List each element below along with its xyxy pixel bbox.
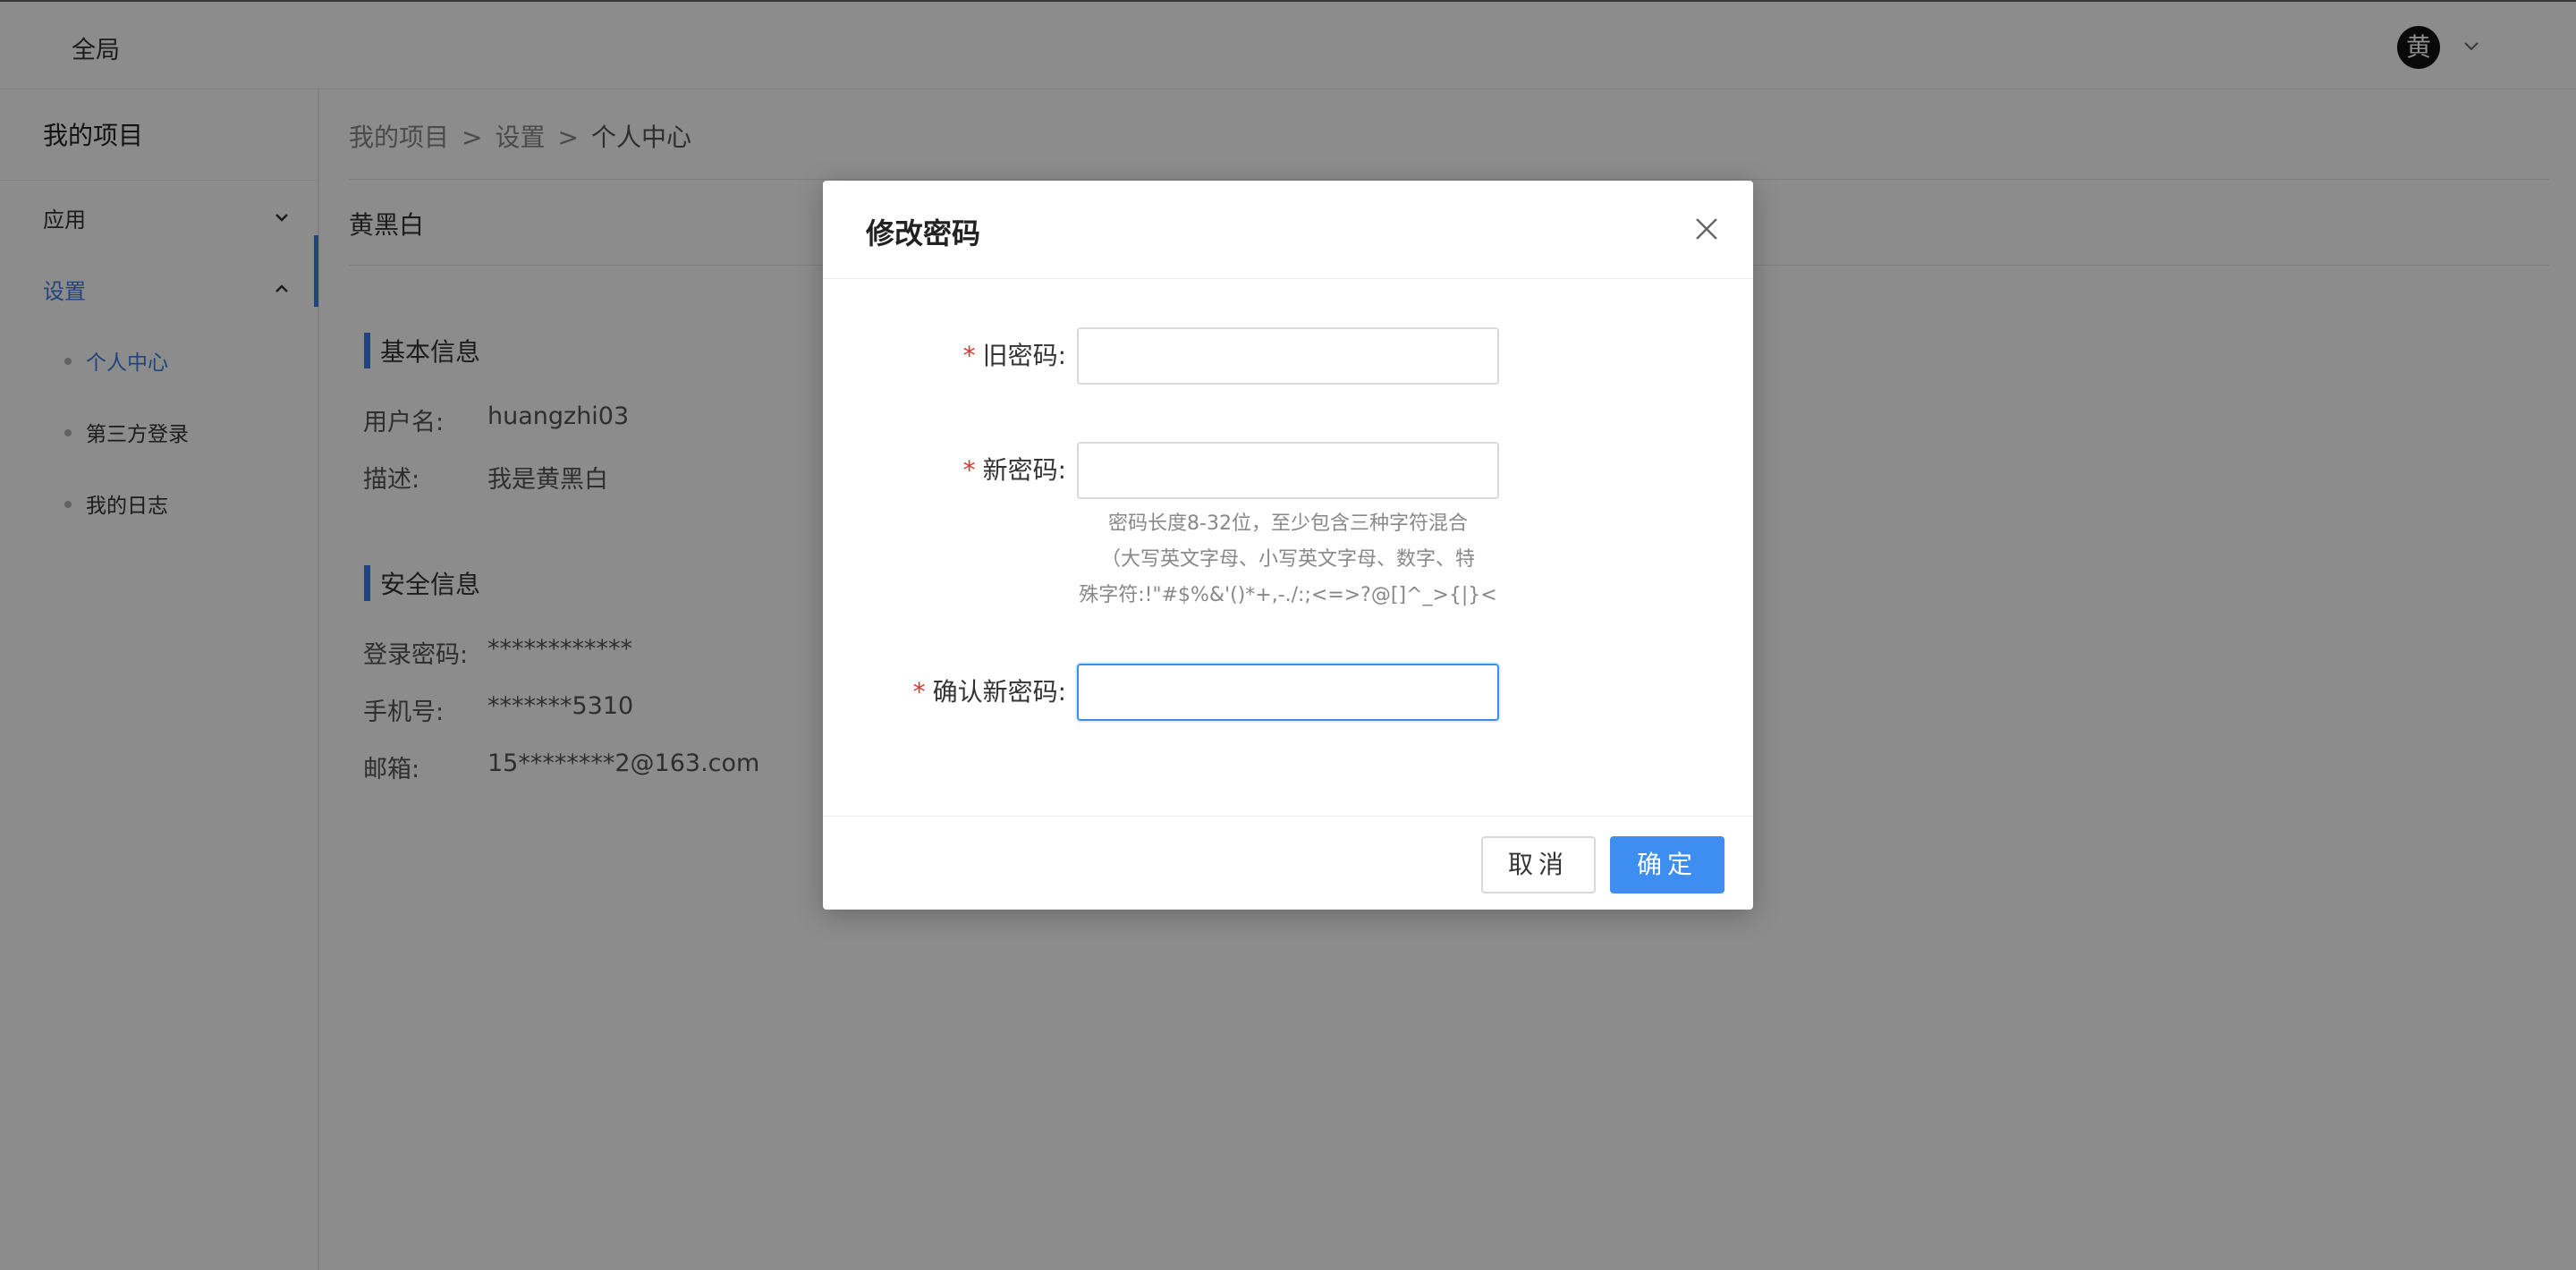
required-mark: * [962, 341, 976, 370]
change-password-dialog: 修改密码 * 旧密码: * 新密码: 密码长度8-32位，至少包含三种字符混合 （大… [823, 181, 1753, 910]
new-password-label: * 新密码: [963, 451, 1066, 487]
confirm-password-label-text: 确认新密码: [932, 677, 1066, 707]
dialog-title: 修改密码 [866, 216, 981, 250]
hint-line: 密码长度8-32位，至少包含三种字符混合 [1108, 512, 1468, 535]
close-icon[interactable] [1692, 215, 1721, 243]
confirm-button[interactable]: 确定 [1610, 836, 1724, 893]
confirm-password-input[interactable] [1077, 664, 1499, 721]
dialog-header: 修改密码 [823, 181, 1753, 279]
required-mark: * [912, 677, 926, 707]
required-mark: * [962, 455, 976, 485]
new-password-label-text: 新密码: [982, 455, 1066, 485]
hint-line: （大写英文字母、小写英文字母、数字、特 [1100, 548, 1475, 571]
new-password-input[interactable] [1077, 442, 1499, 499]
old-password-label-text: 旧密码: [982, 341, 1066, 370]
cancel-button[interactable]: 取消 [1481, 836, 1596, 893]
old-password-label: * 旧密码: [963, 336, 1066, 372]
hint-line: 殊字符:!"#$%&'()*+,-./:;<=>?@[]^_>{|}< [1079, 584, 1497, 606]
old-password-input[interactable] [1077, 327, 1499, 385]
confirm-password-label: * 确认新密码: [913, 673, 1066, 708]
dialog-footer: 取消 确定 [823, 816, 1753, 910]
password-rule-hint: 密码长度8-32位，至少包含三种字符混合 （大写英文字母、小写英文字母、数字、特… [1077, 506, 1499, 614]
